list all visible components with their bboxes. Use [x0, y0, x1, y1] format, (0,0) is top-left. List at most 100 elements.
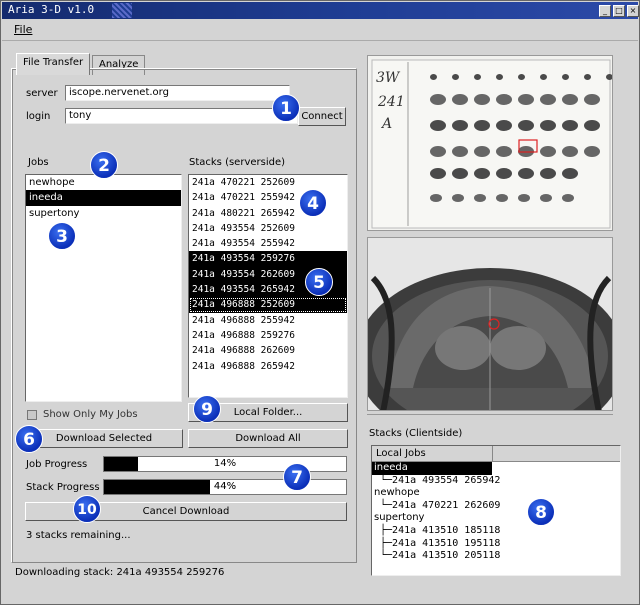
tree-connector: ├─ — [380, 537, 393, 549]
slide-overview-drawing: 3W 241 A — [371, 59, 612, 229]
tissue-section-thumbnail — [496, 146, 512, 157]
login-input[interactable]: tony — [65, 108, 298, 124]
app-window: Aria 3-D v1.0 _ □ × File File Transfer A… — [0, 0, 640, 605]
tissue-section-thumbnail — [562, 146, 578, 157]
tissue-section-thumbnail — [452, 194, 464, 202]
close-button[interactable]: × — [627, 5, 639, 17]
tree-job-node[interactable]: ineeda — [372, 462, 492, 475]
stacks-serverside-item[interactable]: 241a 496888 255942 — [189, 313, 347, 328]
tissue-section-thumbnail — [452, 94, 468, 105]
tissue-section-thumbnail — [518, 74, 525, 80]
brain-section-image[interactable] — [367, 237, 613, 411]
tree-stack-node[interactable]: └─241a 470221 262609 — [372, 500, 620, 513]
login-label: login — [26, 111, 51, 122]
tree-stack-node[interactable]: ├─241a 413510 185118 — [372, 525, 620, 538]
tissue-section-thumbnail — [430, 194, 442, 202]
stacks-clientside-tree[interactable]: Local Jobs ineeda └─241a 493554 265942 new… — [371, 445, 621, 576]
tissue-section-thumbnail — [540, 194, 552, 202]
title-bar[interactable]: Aria 3-D v1.0 _ □ × — [2, 2, 639, 19]
stacks-serverside-item[interactable]: 241a 493554 252609 — [189, 221, 347, 236]
stack-progress-label: Stack Progress — [26, 482, 100, 493]
tree-stack-label: 241a 493554 265942 — [392, 474, 501, 486]
tree-connector: └─ — [380, 474, 393, 486]
connect-button[interactable]: Connect — [298, 107, 346, 126]
callout-9: 9 — [193, 395, 221, 423]
tissue-section-thumbnail — [430, 74, 437, 80]
callout-5: 5 — [305, 268, 333, 296]
slide-handwriting-3: A — [380, 116, 392, 132]
slide-overview-image[interactable]: 3W 241 A — [367, 55, 613, 231]
tree-job-node[interactable]: newhope — [372, 487, 620, 500]
tissue-section-thumbnail — [584, 74, 591, 80]
tissue-section-thumbnail — [540, 94, 556, 105]
tree-job-node[interactable]: supertony — [372, 512, 620, 525]
stacks-remaining-text: 3 stacks remaining... — [26, 530, 131, 541]
tree-stack-label: 241a 413510 205118 — [392, 550, 501, 562]
job-progress-label: Job Progress — [26, 459, 88, 470]
tree-connector: └─ — [380, 550, 393, 562]
tissue-section-thumbnail — [430, 168, 446, 179]
job-progress-bar: 14% — [103, 456, 347, 472]
tissue-section-thumbnail — [540, 168, 556, 179]
stacks-serverside-item[interactable]: 241a 496888 262609 — [189, 343, 347, 358]
brain-section-drawing — [368, 238, 612, 410]
stacks-serverside-item[interactable]: 241a 496888 252609 — [189, 297, 347, 313]
show-only-my-jobs-checkbox[interactable] — [27, 410, 37, 420]
callout-2: 2 — [90, 151, 118, 179]
tab-file-transfer[interactable]: File Transfer — [16, 53, 91, 75]
tree-stack-node[interactable]: └─241a 493554 265942 — [372, 475, 620, 488]
tissue-section-thumbnail — [496, 94, 512, 105]
tree-stack-node[interactable]: └─241a 413510 205118 — [372, 550, 620, 563]
stack-progress-bar: 44% — [103, 479, 347, 495]
tree-stack-label: 241a 413510 185118 — [392, 524, 501, 536]
stacks-serverside-item[interactable]: 241a 470221 252609 — [189, 175, 347, 190]
stacks-serverside-item[interactable]: 241a 493554 259276 — [189, 251, 347, 267]
tissue-section-thumbnail — [518, 194, 530, 202]
jobs-label: Jobs — [28, 157, 49, 168]
tissue-section-thumbnail — [496, 194, 508, 202]
jobs-list-item[interactable]: supertony — [26, 206, 181, 221]
menu-file[interactable]: File — [14, 23, 32, 36]
stacks-serverside-item[interactable]: 241a 496888 259276 — [189, 328, 347, 343]
tree-connector: └─ — [380, 499, 393, 511]
tissue-section-thumbnail — [562, 194, 574, 202]
jobs-list-item[interactable]: ineeda — [26, 190, 181, 206]
tissue-section-thumbnail — [496, 74, 503, 80]
stacks-clientside-label: Stacks (Clientside) — [369, 428, 463, 439]
minimize-button[interactable]: _ — [599, 5, 611, 17]
maximize-button[interactable]: □ — [613, 5, 625, 17]
tissue-section-thumbnail — [518, 94, 534, 105]
show-only-my-jobs-label: Show Only My Jobs — [43, 409, 138, 420]
tree-stack-node[interactable]: ├─241a 413510 195118 — [372, 538, 620, 551]
tissue-section-thumbnail — [518, 168, 534, 179]
local-jobs-column-header[interactable]: Local Jobs — [376, 448, 426, 459]
tree-stack-label: 241a 413510 195118 — [392, 537, 501, 549]
callout-7: 7 — [283, 463, 311, 491]
tissue-section-thumbnail — [452, 168, 468, 179]
tissue-section-thumbnail — [606, 74, 612, 80]
tissue-section-thumbnail — [540, 146, 556, 157]
stacks-serverside-item[interactable]: 241a 493554 255942 — [189, 236, 347, 251]
tissue-section-thumbnail — [562, 168, 578, 179]
title-bar-decoration — [112, 3, 132, 18]
tissue-section-thumbnail — [452, 146, 468, 157]
tree-connector: ├─ — [380, 524, 393, 536]
tissue-section-thumbnail — [562, 74, 569, 80]
tree-stack-label: 241a 470221 262609 — [392, 499, 501, 511]
window-title: Aria 3-D v1.0 — [8, 3, 95, 16]
tissue-section-thumbnail — [430, 120, 446, 131]
tissue-section-thumbnail — [452, 120, 468, 131]
tissue-section-thumbnail — [496, 168, 512, 179]
jobs-list[interactable]: newhope ineeda supertony — [25, 174, 182, 402]
stacks-serverside-label: Stacks (serverside) — [189, 157, 286, 168]
tissue-section-thumbnail — [474, 94, 490, 105]
tissue-section-thumbnail — [474, 194, 486, 202]
server-input[interactable]: iscope.nervenet.org — [65, 85, 290, 101]
tissue-section-thumbnail — [540, 120, 556, 131]
tissue-section-thumbnail — [518, 120, 534, 131]
download-selected-button[interactable]: Download Selected — [25, 429, 183, 448]
stacks-serverside-item[interactable]: 241a 496888 265942 — [189, 359, 347, 374]
download-all-button[interactable]: Download All — [188, 429, 348, 448]
tissue-section-thumbnail — [562, 120, 578, 131]
tissue-section-thumbnail — [584, 120, 600, 131]
